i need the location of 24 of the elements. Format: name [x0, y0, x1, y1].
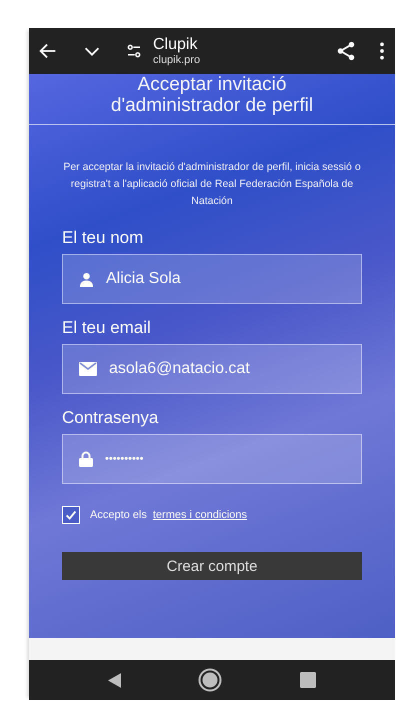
tune-icon[interactable]	[125, 42, 143, 60]
page-title: Acceptar invitació d'administrador de perfil	[110, 74, 314, 116]
site-title: Clupik	[153, 36, 198, 54]
padlock-icon	[79, 451, 93, 467]
create-account-button[interactable]: Crear compte	[62, 552, 362, 580]
back-triangle-icon[interactable]	[108, 672, 121, 688]
field-label: Contrasenya	[62, 408, 160, 428]
envelope-icon	[79, 362, 97, 376]
field-label: El teu nom	[62, 228, 144, 248]
recents-square-icon[interactable]	[300, 672, 316, 688]
checkbox[interactable]	[62, 506, 80, 524]
checkmark-icon	[64, 508, 78, 522]
site-url: clupik.pro	[153, 54, 202, 66]
person-icon	[79, 272, 94, 286]
input-field[interactable]: Alicia Sola	[62, 254, 362, 304]
field-label: El teu email	[62, 318, 152, 338]
terms-text: Accepto els	[90, 509, 147, 521]
terms-link[interactable]: termes i condicions	[152, 509, 248, 521]
share-icon[interactable]	[335, 40, 357, 62]
input-field[interactable]: asola6@natacio.cat	[62, 344, 362, 394]
home-circle-icon[interactable]	[198, 668, 222, 692]
input-field[interactable]: ••••••••••	[62, 434, 362, 484]
intro-text: Per acceptar la invitació d'administrador de perfil, inicia sessió o registra't a l'aplicació oficial de Real Federación Española de Natación	[62, 160, 362, 209]
more-menu-icon[interactable]	[379, 41, 385, 61]
